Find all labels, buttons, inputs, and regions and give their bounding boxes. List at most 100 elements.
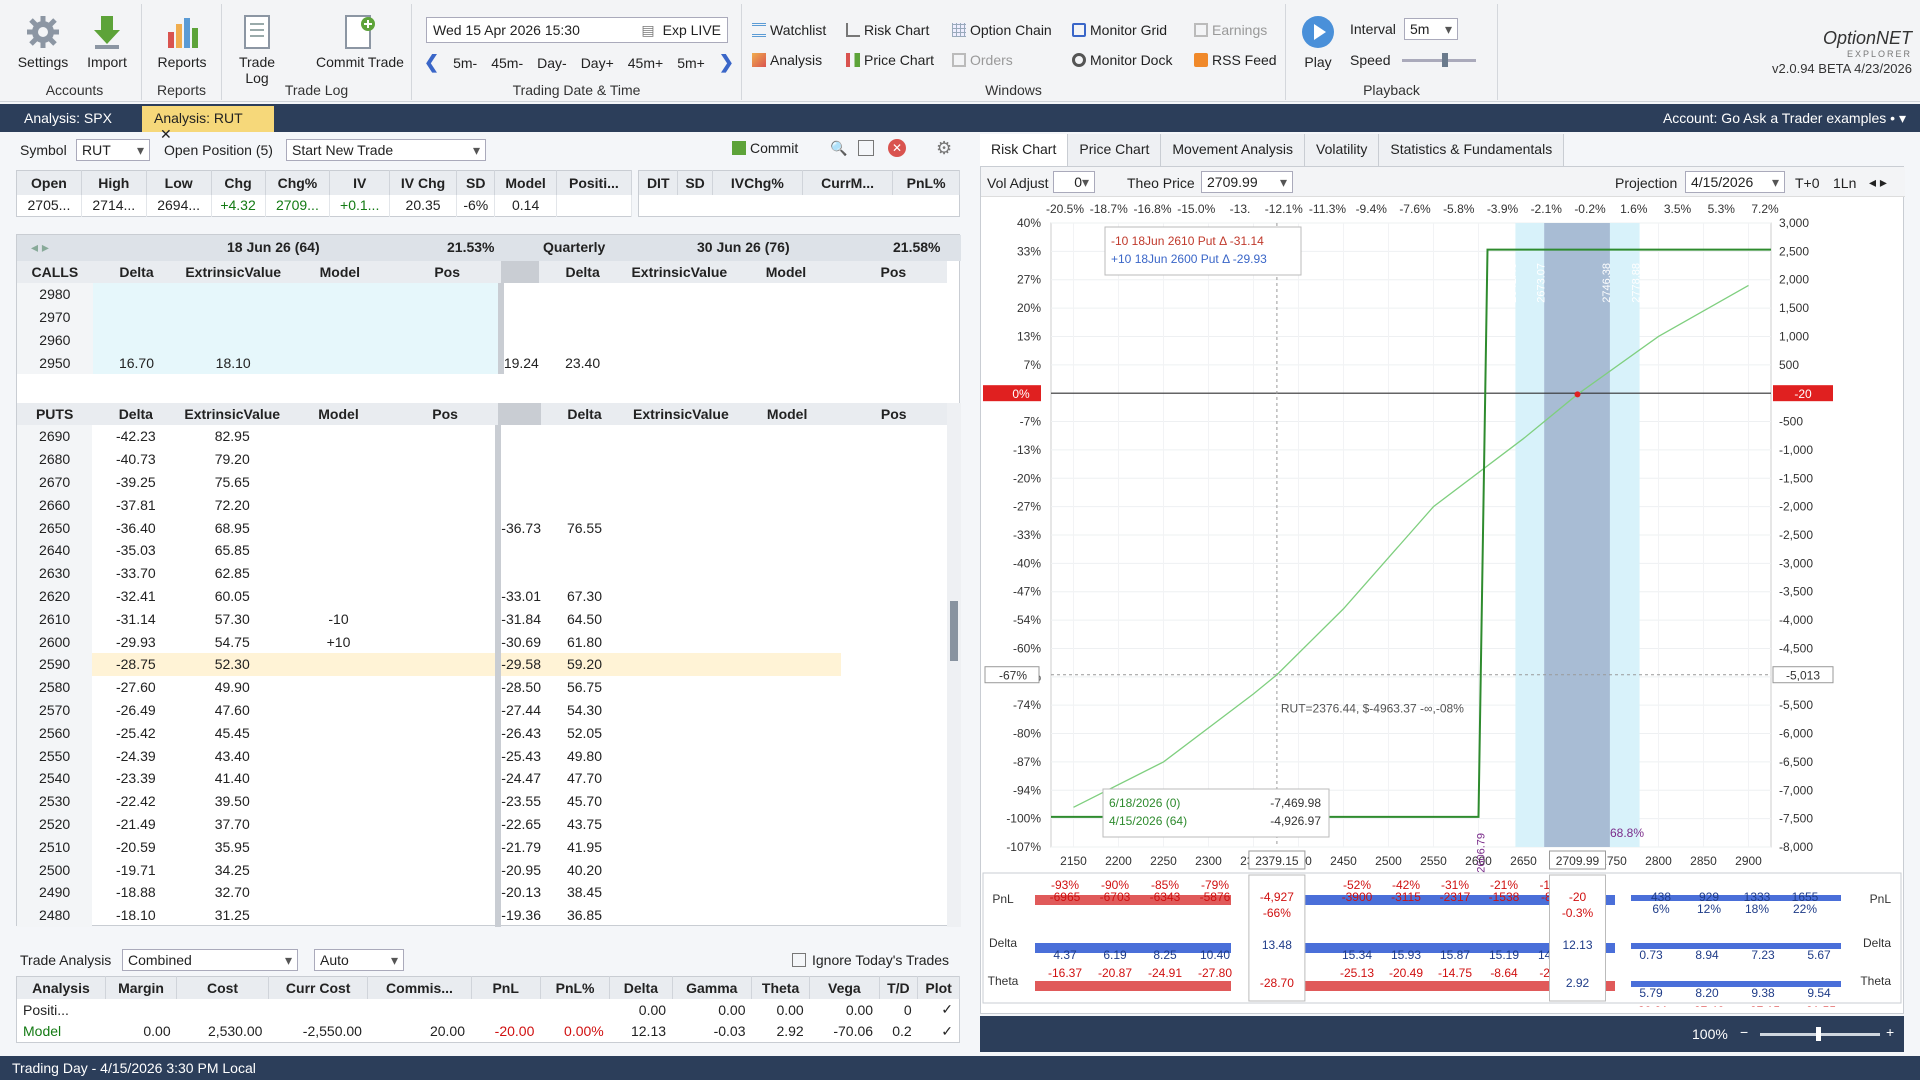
chain-cell[interactable] [626, 329, 732, 352]
chain-cell[interactable] [92, 305, 181, 329]
chain-cell[interactable] [285, 539, 392, 562]
chain-cell[interactable]: 49.80 [541, 744, 628, 767]
chain-cell[interactable]: -21.79 [498, 835, 541, 858]
reports-button[interactable]: Reports [151, 12, 213, 70]
chain-cell[interactable]: -24.47 [498, 767, 541, 790]
table-row[interactable]: 2680 -40.73 79.20 [17, 447, 947, 471]
quote-header[interactable]: Model [494, 170, 557, 195]
chain-cell[interactable] [285, 721, 392, 744]
chain-cell[interactable] [628, 699, 734, 722]
chain-cell[interactable] [391, 835, 502, 859]
commit-trade-button[interactable]: Commit Trade [310, 12, 410, 70]
quote-header[interactable]: IV [329, 170, 391, 195]
chain-cell[interactable]: -28.75 [92, 652, 180, 676]
chain-cell[interactable] [92, 328, 181, 352]
auto-dropdown[interactable]: Auto [314, 949, 404, 971]
chain-cell[interactable] [628, 721, 734, 744]
quote-header[interactable]: IV Chg [389, 170, 458, 195]
chain-cell[interactable]: -31.14 [92, 607, 179, 630]
ignore-today-checkbox[interactable]: Ignore Today's Trades [792, 952, 949, 968]
price-chart-button[interactable]: Price Chart [846, 52, 934, 68]
chain-cell[interactable] [286, 305, 394, 329]
chain-cell[interactable]: -36.73 [498, 516, 541, 539]
chain-cell[interactable] [734, 471, 841, 494]
chain-cell[interactable] [285, 448, 392, 471]
chain-cell[interactable] [285, 493, 392, 516]
zoom-slider-thumb[interactable] [1816, 1027, 1821, 1041]
chain-cell[interactable] [285, 767, 392, 790]
chain-cell[interactable] [391, 493, 502, 517]
chain-cell[interactable] [628, 448, 734, 471]
column-header[interactable]: Delta [541, 403, 628, 425]
monitor-dock-button[interactable]: Monitor Dock [1072, 52, 1172, 68]
chain-cell[interactable] [733, 652, 841, 676]
delete-icon[interactable]: ✕ [888, 139, 906, 157]
chain-cell[interactable]: -23.39 [92, 767, 179, 790]
chain-cell[interactable] [391, 766, 502, 790]
step-5m-fwd[interactable]: 5m+ [677, 55, 705, 71]
chain-cell[interactable]: 36.85 [541, 904, 628, 927]
chain-cell[interactable]: -39.25 [92, 471, 179, 494]
chain-cell[interactable] [734, 767, 841, 790]
prev-next-arrows-icon[interactable]: ◂ ▸ [1869, 174, 1887, 191]
settings-button[interactable]: Settings [12, 12, 74, 70]
chain-cell[interactable] [541, 471, 628, 494]
chain-cell[interactable]: 59.20 [541, 652, 628, 676]
speed-slider-thumb[interactable] [1442, 53, 1448, 67]
chain-cell[interactable]: 54.30 [541, 699, 628, 722]
dit-header[interactable]: SD [677, 170, 713, 195]
chain-cell[interactable] [391, 516, 502, 539]
chain-cell[interactable]: -37.81 [92, 493, 179, 516]
chain-cell[interactable] [285, 585, 392, 608]
chain-cell[interactable] [391, 652, 502, 676]
step-day-back[interactable]: Day- [537, 55, 567, 71]
table-row[interactable]: 2510 -20.59 35.95 -21.79 41.95 [17, 835, 947, 859]
chain-cell[interactable]: 45.45 [179, 721, 285, 744]
ta-cell[interactable]: Model [17, 1021, 106, 1043]
column-header[interactable]: Pos [392, 403, 498, 425]
chain-cell[interactable] [391, 744, 502, 767]
chain-cell[interactable] [391, 425, 502, 448]
step-5m-back[interactable]: 5m- [453, 55, 477, 71]
chain-cell[interactable]: 79.20 [179, 448, 285, 471]
chain-cell[interactable] [734, 858, 841, 881]
table-row[interactable]: 2530 -22.42 39.50 -23.55 45.70 [17, 789, 947, 813]
chain-cell[interactable]: 61.80 [541, 630, 628, 653]
ta-header[interactable]: Cost [176, 976, 269, 999]
chain-cell[interactable] [286, 283, 394, 306]
chain-cell[interactable]: -18.88 [92, 881, 179, 904]
chain-cell[interactable] [501, 306, 539, 329]
chain-cell[interactable] [285, 858, 392, 881]
tab-risk-chart[interactable]: Risk Chart [980, 134, 1069, 166]
table-row[interactable]: 2980 [17, 283, 947, 306]
quote-header[interactable]: Low [146, 170, 212, 195]
chain-cell[interactable] [391, 470, 502, 494]
chain-cell[interactable]: -29.93 [92, 630, 179, 653]
chain-cell[interactable]: 47.70 [541, 767, 628, 790]
chain-cell[interactable] [628, 562, 734, 585]
table-row[interactable]: 2590 -28.75 52.30 -29.58 59.20 [17, 652, 947, 676]
chain-cell[interactable] [626, 351, 732, 374]
chain-cell[interactable]: 31.25 [179, 904, 285, 927]
chain-cell[interactable]: -33.70 [92, 562, 179, 585]
chain-cell[interactable]: 38.45 [541, 881, 628, 904]
chain-cell[interactable] [734, 790, 841, 813]
chain-cell[interactable] [627, 652, 734, 676]
table-row[interactable]: 2670 -39.25 75.65 [17, 470, 947, 494]
step-forward-icon[interactable]: ❯ [719, 52, 734, 73]
chain-cell[interactable] [285, 425, 392, 448]
chain-cell[interactable] [180, 305, 287, 329]
chain-cell[interactable]: 62.85 [179, 562, 285, 585]
chain-cell[interactable] [734, 562, 841, 585]
chain-cell[interactable]: -19.71 [92, 858, 179, 881]
tab-analysis-spx[interactable]: Analysis: SPX [12, 106, 124, 132]
table-row[interactable]: 2960 [17, 328, 947, 352]
chain-cell[interactable]: -27.60 [92, 676, 179, 699]
chain-cell[interactable] [498, 493, 541, 516]
plot-checkbox[interactable]: ✓ [918, 1021, 960, 1043]
calendar-icon[interactable]: ▤ [641, 22, 654, 38]
chain-cell[interactable]: 76.55 [541, 516, 628, 539]
chain-cell[interactable] [391, 584, 502, 608]
chain-cell[interactable]: 41.95 [541, 835, 628, 858]
chain-cell[interactable]: 56.75 [541, 676, 628, 699]
